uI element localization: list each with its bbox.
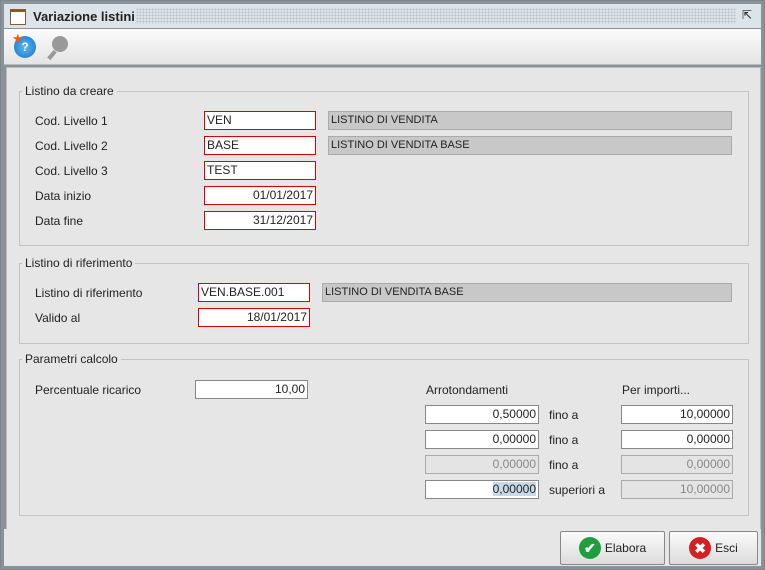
esci-button[interactable]: ✖ Esci (669, 531, 758, 565)
listino-rif-description: LISTINO DI VENDITA BASE (322, 283, 732, 302)
liv1-description: LISTINO DI VENDITA (328, 111, 732, 130)
data-fine-label: Data fine (35, 214, 84, 228)
importo-input-4[interactable]: 10,00000 (621, 480, 733, 499)
toolbar: ? ★ (4, 29, 761, 65)
fino-a-label: fino a (549, 458, 579, 472)
importo-input-1[interactable]: 10,00000 (621, 405, 733, 424)
elabora-label: Elabora (604, 541, 647, 555)
star-icon: ★ (12, 31, 24, 46)
fieldset-legend: Listino di riferimento (25, 256, 133, 270)
data-inizio-input[interactable]: 01/01/2017 (204, 186, 316, 205)
arrotondamento-input-2[interactable]: 0,00000 (425, 430, 539, 449)
liv2-label: Cod. Livello 2 (35, 139, 108, 153)
liv1-input[interactable]: VEN (204, 111, 316, 130)
importo-input-2[interactable]: 0,00000 (621, 430, 733, 449)
arrotondamenti-header: Arrotondamenti (426, 383, 509, 397)
valido-al-input[interactable]: 18/01/2017 (198, 308, 310, 327)
percentuale-label: Percentuale ricarico (35, 383, 142, 397)
liv2-input[interactable]: BASE (204, 136, 316, 155)
superiori-a-label: superiori a (549, 483, 606, 497)
content-panel: Listino da creare Cod. Livello 1 VEN LIS… (6, 67, 761, 530)
liv3-input[interactable]: TEST (204, 161, 316, 180)
window-title: Variazione listini (33, 9, 135, 24)
valido-al-label: Valido al (35, 311, 81, 325)
liv3-label: Cod. Livello 3 (35, 164, 108, 178)
fino-a-label: fino a (549, 433, 579, 447)
liv2-description: LISTINO DI VENDITA BASE (328, 136, 732, 155)
data-inizio-label: Data inizio (35, 189, 92, 203)
fieldset-legend: Parametri calcolo (25, 352, 118, 366)
arrotondamento-input-4[interactable]: 0,00000 (425, 480, 539, 499)
check-icon: ✔ (578, 537, 601, 559)
elabora-button[interactable]: ✔ Elabora (560, 531, 665, 565)
title-bar: Variazione listini ⇱ (4, 4, 761, 28)
data-fine-input[interactable]: 31/12/2017 (204, 211, 316, 230)
esci-label: Esci (715, 541, 738, 555)
title-grip (136, 8, 736, 24)
arrotondamento-input-3[interactable]: 0,00000 (425, 455, 539, 474)
window-icon (10, 9, 26, 25)
liv1-label: Cod. Livello 1 (35, 114, 108, 128)
per-importi-header: Per importi... (622, 383, 691, 397)
listino-rif-label: Listino di riferimento (35, 286, 143, 300)
selected-text: 0,00000 (492, 482, 536, 496)
importo-input-3[interactable]: 0,00000 (621, 455, 733, 474)
close-icon: ✖ (689, 537, 712, 559)
arrotondamento-input-1[interactable]: 0,50000 (425, 405, 539, 424)
search-handle (47, 49, 57, 61)
fieldset-listino-da-creare: Listino da creare (19, 84, 749, 246)
fino-a-label: fino a (549, 408, 579, 422)
listino-rif-input[interactable]: VEN.BASE.001 (198, 283, 310, 302)
window: Variazione listini ⇱ ? ★ Listino da crea… (0, 0, 765, 570)
button-bar: ✔ Elabora ✖ Esci (4, 529, 761, 566)
restore-icon[interactable]: ⇱ (742, 8, 752, 22)
fieldset-legend: Listino da creare (25, 84, 114, 98)
percentuale-input[interactable]: 10,00 (195, 380, 308, 399)
